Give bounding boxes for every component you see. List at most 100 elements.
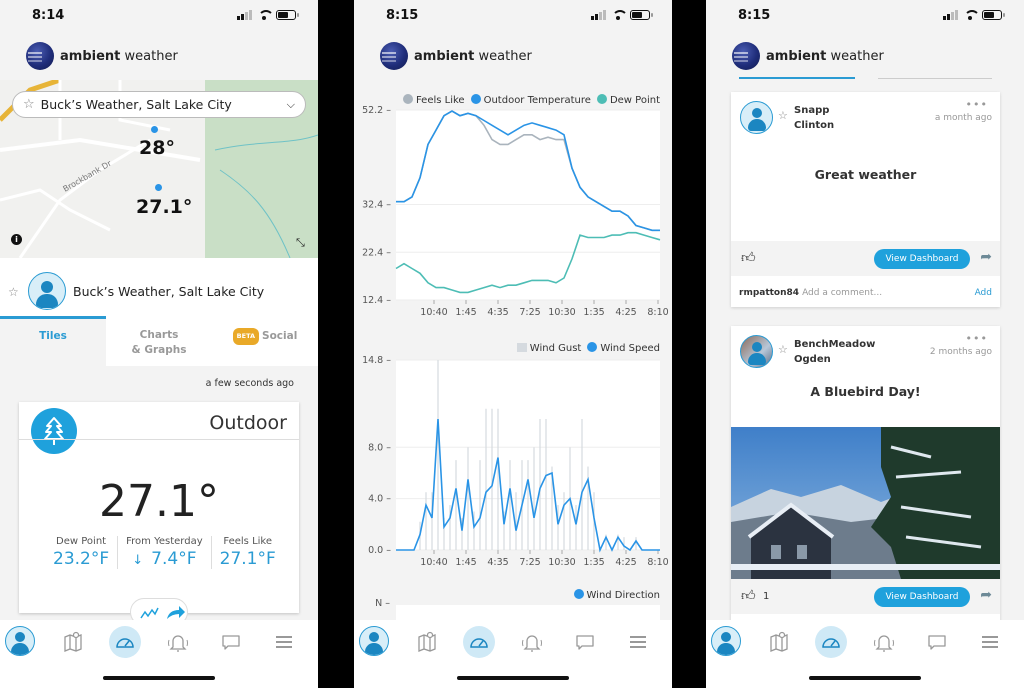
comment-input[interactable]: Add a comment... bbox=[802, 288, 882, 298]
screen-social: 8:15 ambient weather ☆ Snapp Clinton ••• … bbox=[706, 0, 1024, 688]
wind-chart[interactable]: 0.0 – 4.0 – 8.0 – 14.8 – 10:40 1:45 4:35 7:25 10… bbox=[354, 350, 672, 575]
bell-icon[interactable] bbox=[868, 626, 900, 658]
tab-charts-graphs[interactable]: Charts & Graphs bbox=[106, 316, 212, 366]
wifi-icon bbox=[611, 10, 628, 20]
stat-feels-like: Feels Like 27.1°F bbox=[210, 536, 284, 569]
brand-bold: ambient bbox=[414, 48, 475, 64]
x-tick-label: 10:40 bbox=[420, 307, 447, 318]
nav-dashboard[interactable] bbox=[109, 626, 141, 658]
brand-logo: ambient weather bbox=[380, 42, 532, 70]
bell-icon[interactable] bbox=[516, 626, 548, 658]
bell-icon[interactable] bbox=[162, 626, 194, 658]
stat-value: 7.4°F bbox=[151, 549, 197, 569]
share-icon[interactable]: ➦ bbox=[980, 587, 992, 603]
station-header: ☆ Buck’s Weather, Salt Lake City bbox=[0, 258, 318, 316]
status-time: 8:14 bbox=[32, 8, 65, 23]
station-name: Buck’s Weather, Salt Lake City bbox=[73, 284, 265, 299]
post-author[interactable]: BenchMeadow Ogden bbox=[794, 337, 875, 367]
status-time: 8:15 bbox=[738, 8, 771, 23]
outdoor-tile[interactable]: Outdoor 27.1° Dew Point 23.2°F From Yest… bbox=[19, 402, 299, 613]
share-icon[interactable]: ➦ bbox=[980, 249, 992, 265]
social-tab-indicator-active[interactable] bbox=[739, 77, 855, 79]
view-dashboard-button[interactable]: View Dashboard bbox=[874, 587, 970, 607]
tab-tiles[interactable]: Tiles bbox=[0, 316, 106, 366]
wifi-icon bbox=[963, 10, 980, 20]
gauge-icon bbox=[822, 638, 840, 648]
map-icon[interactable] bbox=[411, 626, 443, 658]
nav-profile[interactable] bbox=[5, 626, 35, 656]
nav-dashboard[interactable] bbox=[815, 626, 847, 658]
station-dropdown-value: Buck’s Weather, Salt Lake City bbox=[40, 97, 232, 112]
avatar[interactable] bbox=[28, 272, 66, 310]
dashboard-tabs: Tiles Charts & Graphs BETA Social bbox=[0, 316, 318, 366]
chat-icon[interactable] bbox=[569, 626, 601, 658]
info-icon[interactable]: i bbox=[11, 234, 22, 245]
tile-title: Outdoor bbox=[209, 412, 287, 434]
y-tick: N – bbox=[375, 598, 390, 609]
last-updated: a few seconds ago bbox=[205, 378, 294, 389]
station-pin[interactable] bbox=[155, 184, 162, 191]
thumbs-up-icon[interactable]: 👍︎ bbox=[741, 587, 756, 604]
nav-profile[interactable] bbox=[359, 626, 389, 656]
chat-icon[interactable] bbox=[921, 626, 953, 658]
post-photo[interactable] bbox=[731, 427, 1000, 579]
x-tick-label: 4:25 bbox=[615, 307, 636, 318]
menu-icon[interactable] bbox=[974, 626, 1006, 658]
brand-light: weather bbox=[120, 48, 178, 64]
star-icon[interactable]: ☆ bbox=[23, 97, 35, 112]
x-tick-label: 1:45 bbox=[455, 557, 476, 568]
tree-icon bbox=[31, 408, 77, 454]
tab-label: Tiles bbox=[39, 330, 67, 342]
temperature-chart[interactable]: 12.4 – 22.4 – 32.4 – 52.2 – 10:40 1:45 4:35 7:2… bbox=[354, 100, 672, 325]
tile-stats: Dew Point 23.2°F From Yesterday ↓ 7.4°F F… bbox=[45, 536, 284, 569]
menu-icon[interactable] bbox=[622, 626, 654, 658]
stat-value: 23.2°F bbox=[53, 549, 110, 569]
thumbs-up-icon[interactable]: 👍︎ bbox=[741, 249, 756, 266]
y-tick-label: 32.4 – bbox=[362, 200, 391, 211]
more-options-icon[interactable]: ••• bbox=[966, 98, 988, 111]
star-icon[interactable]: ☆ bbox=[778, 343, 788, 356]
map-icon[interactable] bbox=[763, 626, 795, 658]
chat-icon[interactable] bbox=[215, 626, 247, 658]
star-icon[interactable]: ☆ bbox=[778, 109, 788, 122]
expand-icon[interactable]: ⤡ bbox=[296, 236, 305, 250]
legend-item[interactable]: Wind Direction bbox=[573, 589, 661, 601]
menu-icon[interactable] bbox=[268, 626, 300, 658]
outdoor-temperature: 27.1° bbox=[99, 476, 219, 527]
x-tick-label: 7:25 bbox=[519, 557, 540, 568]
avatar[interactable] bbox=[740, 101, 773, 134]
x-tick-label: 10:30 bbox=[548, 557, 575, 568]
map-icon[interactable] bbox=[57, 626, 89, 658]
view-dashboard-button[interactable]: View Dashboard bbox=[874, 249, 970, 269]
nav-profile[interactable] bbox=[711, 626, 741, 656]
post-author[interactable]: Snapp Clinton bbox=[794, 103, 834, 133]
post-message: A Bluebird Day! bbox=[810, 384, 921, 399]
comment-row: rmpatton84 Add a comment... Add bbox=[731, 279, 1000, 307]
social-tab-indicator[interactable] bbox=[878, 78, 992, 79]
brand-logo: ambient weather bbox=[26, 42, 178, 70]
comment-user: rmpatton84 bbox=[739, 288, 800, 298]
station-pin[interactable] bbox=[151, 126, 158, 133]
logo-globe-icon bbox=[26, 42, 54, 70]
gauge-icon bbox=[116, 638, 134, 648]
like-count: 1 bbox=[763, 591, 770, 602]
screen-charts: 8:15 ambient weather Feels Like Outdoor … bbox=[354, 0, 672, 688]
y-tick-label: 14.8 – bbox=[362, 355, 391, 366]
add-comment-button[interactable]: Add bbox=[975, 288, 992, 298]
x-tick-label: 10:30 bbox=[548, 307, 575, 318]
pin-temp: 27.1° bbox=[136, 196, 193, 218]
avatar[interactable] bbox=[740, 335, 773, 368]
station-dropdown[interactable]: ☆ Buck’s Weather, Salt Lake City ⌵ bbox=[12, 91, 306, 118]
nav-dashboard[interactable] bbox=[463, 626, 495, 658]
star-icon[interactable]: ☆ bbox=[8, 285, 19, 299]
legend-label: Wind Direction bbox=[586, 590, 661, 601]
more-options-icon[interactable]: ••• bbox=[966, 332, 988, 345]
tab-social[interactable]: BETA Social bbox=[212, 316, 318, 366]
status-bar: 8:15 bbox=[354, 0, 672, 34]
battery-icon bbox=[982, 10, 1005, 20]
x-tick-label: 1:35 bbox=[583, 557, 604, 568]
post-time: a month ago bbox=[934, 113, 992, 123]
x-tick-label: 7:25 bbox=[519, 307, 540, 318]
wifi-icon bbox=[257, 10, 274, 20]
brand-light: weather bbox=[474, 48, 532, 64]
